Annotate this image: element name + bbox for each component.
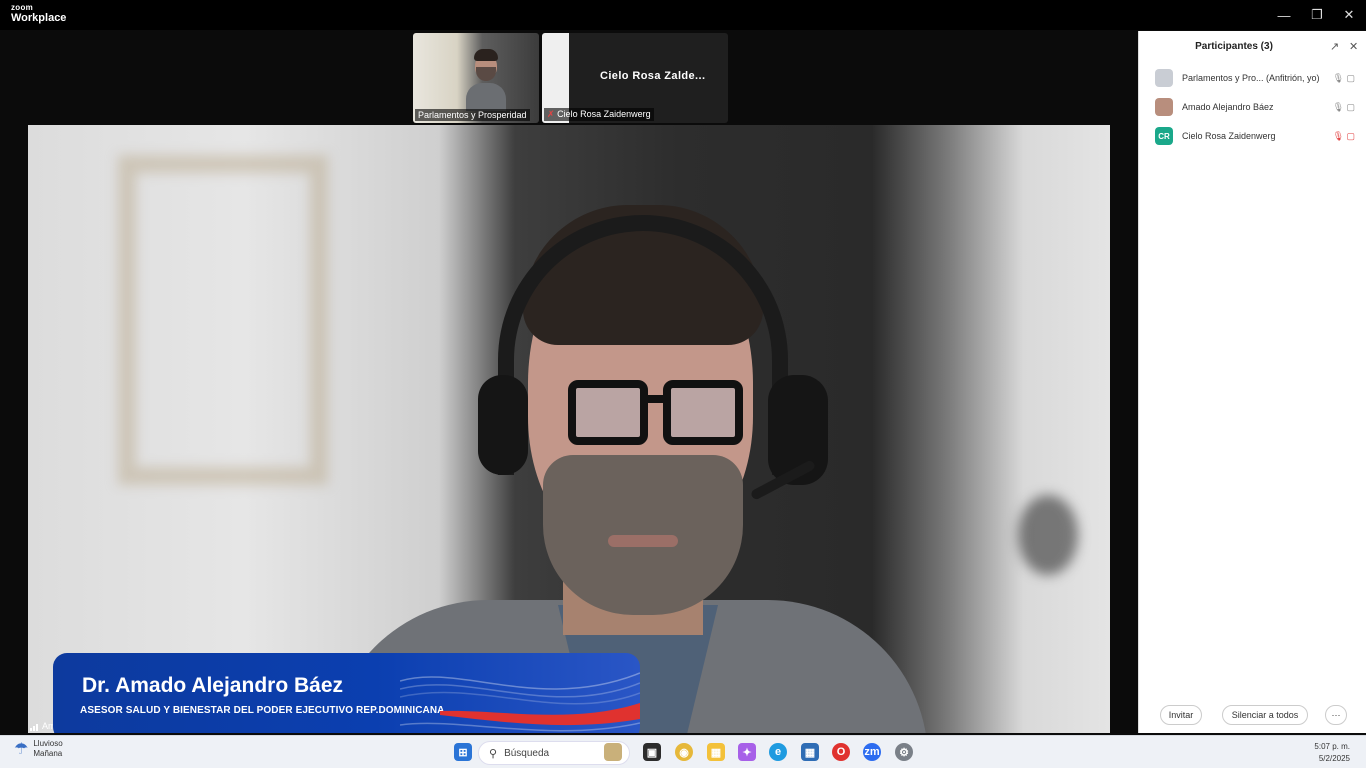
thumbnail-video-host[interactable]: Parlamentos y Prosperidad [413, 33, 539, 123]
muted-mic-camera-icons[interactable]: 🎙 ▢ [1333, 131, 1355, 142]
participant-row[interactable]: Amado Alejandro Báez 🎙 ▢ [1155, 97, 1355, 117]
thumbnail-label: Parlamentos y Prosperidad [415, 109, 530, 121]
mic-camera-icons[interactable]: 🎙 ▢ [1333, 73, 1355, 84]
background-object [1018, 495, 1078, 575]
windows-taskbar: ☂ Lluvioso Mañana ⊞ ⚲ Búsqueda ▣ ◉ ▦ ✦ e… [0, 735, 1366, 768]
active-speaker-video: Am Dr. Amado Alejandro Báez ASESOR SALUD… [28, 125, 1110, 733]
mic-camera-icons[interactable]: 🎙 ▢ [1333, 102, 1355, 113]
thumbnail-label: ✗ Cielo Rosa Zaidenwerg [544, 108, 654, 121]
store-icon[interactable]: ▦ [801, 743, 819, 761]
zoom-meeting-window: zoom Workplace — ❐ ✕ Parlamentos y Prosp… [0, 0, 1366, 768]
edge-icon[interactable]: e [769, 743, 787, 761]
participant-row[interactable]: CR Cielo Rosa Zaidenwerg 🎙 ▢ [1155, 126, 1355, 146]
lower-third-title: ASESOR SALUD Y BIENESTAR DEL PODER EJECU… [80, 705, 445, 716]
close-icon[interactable]: ✕ [1333, 0, 1365, 30]
search-icon: ⚲ [489, 747, 498, 760]
lower-third-banner: Dr. Amado Alejandro Báez ASESOR SALUD Y … [53, 653, 640, 733]
thumbnail-display-name: Cielo Rosa Zalde... [600, 70, 706, 82]
participant-avatar: CR [1155, 127, 1173, 145]
restore-icon[interactable]: ❐ [1301, 0, 1333, 30]
participant-name: Parlamentos y Pro... (Anfitrión, yo) [1182, 73, 1320, 83]
logo-line2: Workplace [11, 12, 67, 24]
weather-widget[interactable]: ☂ Lluvioso Mañana [14, 739, 63, 759]
popout-icon[interactable]: ↗ [1330, 40, 1339, 53]
participant-avatar [1155, 69, 1173, 87]
clock-time: 5:07 p. m. [1314, 742, 1350, 751]
zoom-app-icon[interactable]: zm [863, 743, 881, 761]
search-highlight-icon [604, 743, 622, 761]
muted-mic-icon: ✗ [547, 109, 555, 119]
weather-condition: Lluvioso [33, 739, 63, 748]
windows-start-icon[interactable]: ⊞ [454, 743, 472, 761]
connection-signal: Am [30, 721, 56, 731]
chrome-icon[interactable]: ◉ [675, 743, 693, 761]
system-clock[interactable]: 5:07 p. m. 5/2/2025 [1314, 741, 1350, 765]
participants-title: Participantes (3) [1195, 41, 1273, 52]
participant-video-image [466, 47, 506, 111]
participant-row[interactable]: Parlamentos y Pro... (Anfitrión, yo) 🎙 ▢ [1155, 68, 1355, 88]
background-window [118, 155, 328, 485]
thumbnail-video-cielo[interactable]: Cielo Rosa Zalde... ✗ Cielo Rosa Zaidenw… [542, 33, 728, 123]
logo-line1: zoom [11, 3, 34, 12]
zoom-logo: zoom Workplace [11, 4, 66, 24]
opera-icon[interactable]: O [832, 743, 850, 761]
participant-name: Amado Alejandro Báez [1182, 102, 1274, 112]
lower-third-name: Dr. Amado Alejandro Báez [82, 674, 344, 697]
decorative-swoosh [400, 672, 640, 732]
mute-all-button[interactable]: Silenciar a todos [1222, 705, 1308, 725]
search-placeholder: Búsqueda [504, 747, 550, 759]
copilot-icon[interactable]: ✦ [738, 743, 756, 761]
participants-panel: Participantes (3) ↗ ✕ Parlamentos y Pro.… [1138, 31, 1366, 733]
clock-date: 5/2/2025 [1318, 754, 1350, 763]
more-options-button[interactable]: ··· [1325, 705, 1347, 725]
minimize-icon[interactable]: — [1268, 0, 1300, 30]
invite-button[interactable]: Invitar [1160, 705, 1202, 725]
rain-cloud-icon: ☂ [14, 741, 29, 758]
close-panel-icon[interactable]: ✕ [1349, 40, 1358, 53]
settings-icon[interactable]: ⚙ [895, 743, 913, 761]
title-bar: zoom Workplace — ❐ ✕ [0, 0, 1366, 30]
participant-avatar [1155, 98, 1173, 116]
weather-forecast: Mañana [33, 749, 63, 758]
file-explorer-icon[interactable]: ▦ [707, 743, 725, 761]
participant-name: Cielo Rosa Zaidenwerg [1182, 131, 1276, 141]
task-view-icon[interactable]: ▣ [643, 743, 661, 761]
